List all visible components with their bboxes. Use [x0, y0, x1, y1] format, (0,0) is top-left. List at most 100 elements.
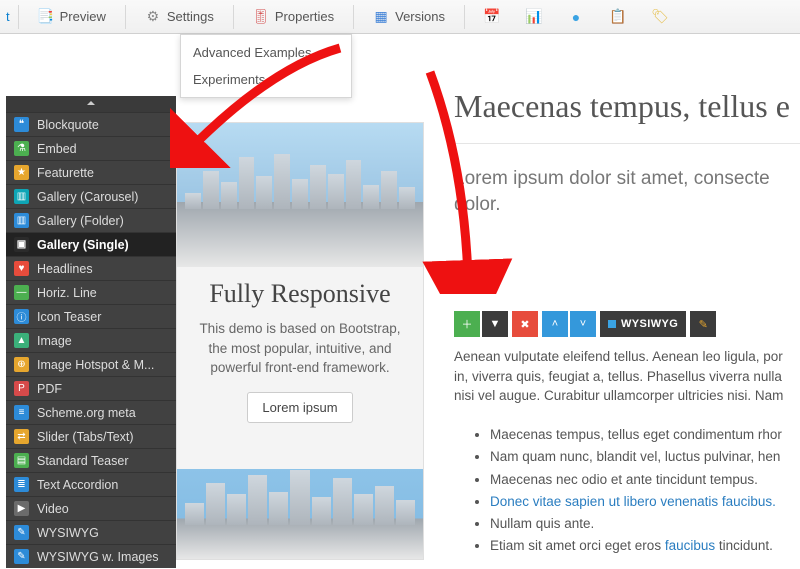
sidebar-item-pdf[interactable]: P PDF — [6, 376, 176, 400]
card-image-2 — [177, 469, 423, 559]
sidebar-item-slider-tabs-text[interactable]: ⇄ Slider (Tabs/Text) — [6, 424, 176, 448]
toolbar-label: Preview — [60, 9, 106, 24]
separator — [125, 5, 126, 29]
sidebar-item-label: PDF — [37, 382, 62, 396]
toolbar-preview[interactable]: 📑 Preview — [27, 4, 117, 30]
sidebar-item-icon: ⓘ — [14, 309, 29, 324]
sidebar-item-label: Slider (Tabs/Text) — [37, 430, 134, 444]
card-image — [177, 123, 423, 267]
article-list: Maecenas tempus, tellus eget condimentum… — [490, 424, 800, 558]
sidebar-item-gallery-carousel[interactable]: ▥Gallery (Carousel) — [6, 184, 176, 208]
sidebar-item-label: Icon Teaser — [37, 310, 101, 324]
element-toolbar: ＋ ▼ ✖ ˄ ˅ WYSIWYG ✎ — [454, 311, 800, 337]
sidebar-item-label: Gallery (Folder) — [37, 214, 124, 228]
sidebar-item-icon: ⚗ — [14, 141, 29, 156]
edit-button[interactable]: ✎ — [690, 311, 716, 337]
delete-button[interactable]: ✖ — [512, 311, 538, 337]
list-item: Nam quam nunc, blandit vel, luctus pulvi… — [490, 446, 800, 468]
list-item: Etiam sit amet orci eget eros faucibus t… — [490, 535, 800, 557]
preview-icon: 📑 — [38, 9, 54, 25]
move-down-button[interactable]: ˅ — [570, 311, 596, 337]
list-item: Nullam quis ante. — [490, 513, 800, 535]
sidebar-item-icon: ▶ — [14, 501, 29, 516]
sidebar-item-video[interactable]: ▶ Video — [6, 496, 176, 520]
separator — [464, 5, 465, 29]
pie-icon: ● — [568, 9, 584, 25]
toolbar-label: Versions — [395, 9, 445, 24]
sidebar-collapse[interactable] — [6, 96, 176, 112]
article-title: Maecenas tempus, tellus e — [454, 88, 800, 125]
sidebar-item-headlines[interactable]: ♥Headlines — [6, 256, 176, 280]
sidebar-item-icon: ♥ — [14, 261, 29, 276]
toolbar-leading: t — [6, 9, 10, 24]
sidebar-item-label: Gallery (Carousel) — [37, 190, 138, 204]
list-item: Maecenas tempus, tellus eget condimentum… — [490, 424, 800, 446]
sidebar-item-wysiwyg[interactable]: ✎WYSIWYG — [6, 520, 176, 544]
sidebar-item-icon: ⊕ — [14, 357, 29, 372]
sidebar-item-label: Video — [37, 502, 69, 516]
article-preview: Maecenas tempus, tellus e Lorem ipsum do… — [454, 88, 800, 558]
toolbar-settings[interactable]: ⚙ Settings — [134, 4, 225, 30]
sidebar-item-scheme-org-meta[interactable]: ≡ Scheme.org meta — [6, 400, 176, 424]
sidebar-item-label: Scheme.org meta — [37, 406, 136, 420]
toolbar-versions[interactable]: ▦ Versions — [362, 4, 456, 30]
sidebar-item-icon: ★ — [14, 165, 29, 180]
separator — [18, 5, 19, 29]
toolbar-label: Properties — [275, 9, 334, 24]
top-toolbar: t 📑 Preview ⚙ Settings 🎚 Properties ▦ Ve… — [0, 0, 800, 34]
sidebar-item-wysiwyg-w-images[interactable]: ✎ WYSIWYG w. Images — [6, 544, 176, 568]
menu-item-advanced-examples[interactable]: Advanced Examples — [181, 39, 351, 66]
card-text: This demo is based on Bootstrap, the mos… — [191, 319, 409, 378]
sidebar-item-embed[interactable]: ⚗Embed — [6, 136, 176, 160]
sidebar-item-image-hotspot-m[interactable]: ⊕ Image Hotspot & M... — [6, 352, 176, 376]
sidebar-item-icon: ⇄ — [14, 429, 29, 444]
sidebar-item-text-accordion[interactable]: ≣Text Accordion — [6, 472, 176, 496]
sidebar-item-image[interactable]: ▲Image — [6, 328, 176, 352]
toolbar-icon-tag[interactable]: 🏷 — [641, 4, 679, 30]
toolbar-icon-pie[interactable]: ● — [557, 4, 595, 30]
list-item: Maecenas nec odio et ante tincidunt temp… — [490, 469, 800, 491]
toolbar-icon-stats[interactable]: 📊 — [515, 4, 553, 30]
wysiwyg-icon — [608, 320, 616, 328]
sidebar-item-icon: — — [14, 285, 29, 300]
toolbar-icon-cal[interactable]: 📅 — [473, 4, 511, 30]
sidebar-item-label: Image — [37, 334, 72, 348]
add-group: ＋ ▼ — [454, 311, 508, 337]
sidebar-item-label: Horiz. Line — [37, 286, 97, 300]
add-button[interactable]: ＋ — [454, 311, 480, 337]
sidebar-item-label: Image Hotspot & M... — [37, 358, 154, 372]
card-button[interactable]: Lorem ipsum — [247, 392, 352, 423]
versions-icon: ▦ — [373, 9, 389, 25]
toolbar-icon-clip[interactable]: 📋 — [599, 4, 637, 30]
sidebar-item-icon: P — [14, 381, 29, 396]
sidebar-item-gallery-single[interactable]: ▣Gallery (Single) — [6, 232, 176, 256]
menu-item-experiments[interactable]: Experiments — [181, 66, 351, 93]
sidebar-item-icon-teaser[interactable]: ⓘ Icon Teaser — [6, 304, 176, 328]
toolbar-properties[interactable]: 🎚 Properties — [242, 4, 345, 30]
sidebar-item-standard-teaser[interactable]: ▤Standard Teaser — [6, 448, 176, 472]
sidebar-item-gallery-folder[interactable]: ▥Gallery (Folder) — [6, 208, 176, 232]
sidebar-item-horiz-line[interactable]: — Horiz. Line — [6, 280, 176, 304]
sidebar-item-label: Featurette — [37, 166, 94, 180]
sidebar-item-blockquote[interactable]: ❝Blockquote — [6, 112, 176, 136]
element-type-label[interactable]: WYSIWYG — [600, 311, 686, 337]
sidebar-item-icon: ≡ — [14, 405, 29, 420]
article-paragraph: Aenean vulputate eleifend tellus. Aenean… — [454, 347, 800, 406]
sidebar-item-icon: ✎ — [14, 525, 29, 540]
sidebar-item-label: WYSIWYG w. Images — [37, 550, 159, 564]
featurette-card[interactable]: Fully Responsive This demo is based on B… — [176, 122, 424, 560]
properties-icon: 🎚 — [253, 9, 269, 25]
divider — [454, 143, 800, 144]
sidebar-item-icon: ✎ — [14, 549, 29, 564]
separator — [233, 5, 234, 29]
card-title: Fully Responsive — [191, 279, 409, 309]
content-area: Fully Responsive This demo is based on B… — [176, 88, 800, 569]
calendar-icon: 📅 — [484, 9, 500, 25]
sidebar-item-label: Text Accordion — [37, 478, 118, 492]
move-up-button[interactable]: ˄ — [542, 311, 568, 337]
article-link[interactable]: faucibus — [665, 538, 715, 553]
add-dropdown[interactable]: ▼ — [482, 311, 508, 337]
clipboard-icon: 📋 — [610, 9, 626, 25]
sidebar-item-featurette[interactable]: ★ Featurette — [6, 160, 176, 184]
article-link[interactable]: Donec vitae sapien ut libero venenatis f… — [490, 494, 776, 509]
